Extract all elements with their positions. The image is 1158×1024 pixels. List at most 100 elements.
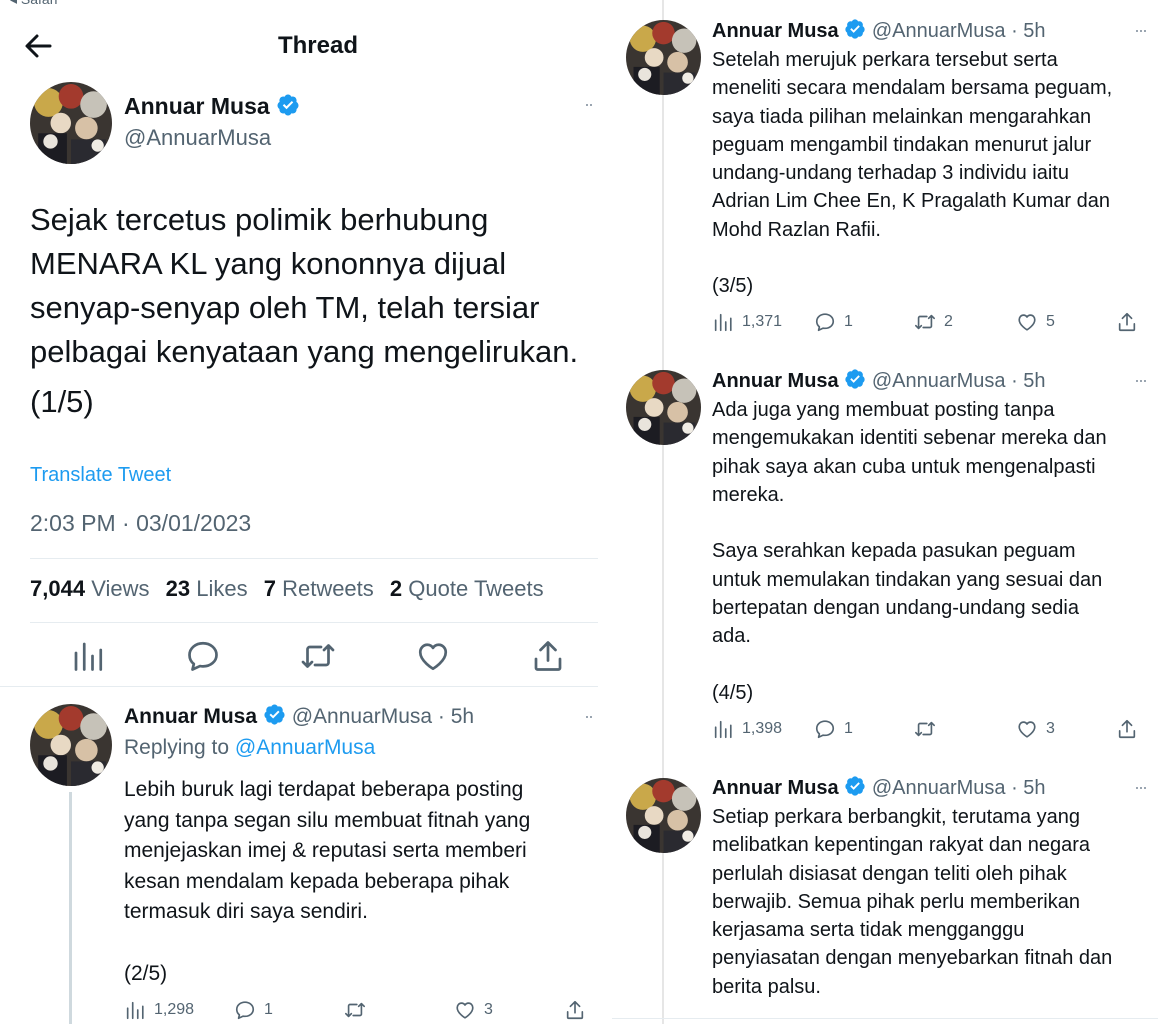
quotes-label[interactable]: Quote Tweets bbox=[408, 576, 543, 601]
safari-back-link[interactable]: ◂ Safari bbox=[10, 0, 58, 8]
reply-text: Lebih buruk lagi terdapat beberapa posti… bbox=[124, 778, 531, 985]
divider bbox=[0, 686, 598, 687]
like-count: 5 bbox=[1046, 313, 1055, 330]
avatar[interactable] bbox=[30, 704, 112, 786]
handle-and-time: @AnnuarMusa · 5h bbox=[871, 777, 1046, 799]
likes-label[interactable]: Likes bbox=[196, 576, 247, 601]
handle-and-time: @AnnuarMusa · 5h bbox=[291, 705, 475, 728]
retweet-button[interactable] bbox=[344, 999, 374, 1021]
views-button[interactable]: 1,371 bbox=[712, 311, 782, 333]
reply-count: 1 bbox=[264, 1001, 273, 1018]
verified-badge-icon bbox=[844, 18, 866, 40]
like-count: 3 bbox=[484, 1001, 493, 1018]
views-count: 7,044 bbox=[30, 576, 86, 601]
thread-replies-panel: Annuar Musa @AnnuarMusa · 5h ··· Setelah… bbox=[612, 0, 1158, 1024]
retweet-button[interactable] bbox=[914, 718, 944, 740]
reply-text: Setiap perkara berbangkit, terutama yang… bbox=[712, 806, 1113, 998]
views-count: 1,398 bbox=[742, 720, 783, 737]
views-icon bbox=[712, 718, 734, 740]
views-button[interactable]: 1,398 bbox=[712, 718, 782, 740]
avatar[interactable] bbox=[626, 20, 701, 95]
views-icon[interactable] bbox=[70, 638, 106, 674]
reply-count: 1 bbox=[844, 720, 853, 737]
share-icon bbox=[1116, 718, 1138, 740]
retweet-icon bbox=[914, 718, 936, 740]
tweet-stats: 7,044 Views 23 Likes 7 Retweets 2 Quote … bbox=[30, 576, 554, 602]
reply-author[interactable]: Annuar Musa @AnnuarMusa · 5h bbox=[124, 703, 474, 729]
author-handle[interactable]: @AnnuarMusa bbox=[124, 125, 271, 151]
like-button[interactable]: 3 bbox=[454, 999, 493, 1021]
more-icon[interactable]: ··· bbox=[1134, 777, 1148, 798]
replying-prefix: Replying to bbox=[124, 736, 235, 759]
verified-badge-icon bbox=[276, 93, 300, 117]
retweets-label[interactable]: Retweets bbox=[282, 576, 374, 601]
thread-part-label: (1/5) bbox=[30, 384, 94, 419]
more-icon[interactable]: ·· bbox=[584, 706, 594, 727]
reply-icon bbox=[234, 999, 256, 1021]
author-name[interactable]: Annuar Musa bbox=[124, 93, 300, 120]
views-count: 1,371 bbox=[742, 313, 783, 330]
divider bbox=[30, 558, 598, 559]
like-icon bbox=[454, 999, 476, 1021]
avatar[interactable] bbox=[626, 370, 701, 445]
reply-button[interactable]: 1 bbox=[814, 718, 853, 740]
replying-to: Replying to @AnnuarMusa bbox=[124, 736, 375, 760]
retweet-count: 2 bbox=[944, 313, 953, 330]
reply-button[interactable]: 1 bbox=[814, 311, 853, 333]
reply-count: 1 bbox=[844, 313, 853, 330]
reply-button[interactable]: 1 bbox=[234, 999, 273, 1021]
avatar[interactable] bbox=[30, 82, 112, 164]
divider bbox=[612, 1018, 1158, 1019]
author-name-text: Annuar Musa bbox=[124, 705, 258, 728]
reply-author[interactable]: Annuar Musa @AnnuarMusa · 5h bbox=[712, 18, 1046, 43]
reply-icon bbox=[814, 718, 836, 740]
main-tweet-panel: ◂ Safari Thread Annuar Musa @AnnuarMusa … bbox=[0, 0, 612, 1024]
author-name-text: Annuar Musa bbox=[124, 93, 270, 119]
reply-text: Ada juga yang membuat posting tanpa meng… bbox=[712, 399, 1107, 704]
author-name-text: Annuar Musa bbox=[712, 370, 839, 392]
share-icon[interactable] bbox=[530, 638, 566, 674]
divider bbox=[30, 622, 598, 623]
retweet-button[interactable]: 2 bbox=[914, 311, 953, 333]
tweet-text: Sejak tercetus polimik berhubung MENARA … bbox=[30, 202, 579, 369]
share-button[interactable] bbox=[1116, 718, 1138, 740]
reply-icon[interactable] bbox=[185, 638, 221, 674]
quotes-count: 2 bbox=[389, 576, 403, 601]
tweet-timestamp: 2:03 PM · 03/01/2023 bbox=[30, 510, 252, 536]
handle-and-time: @AnnuarMusa · 5h bbox=[871, 370, 1046, 392]
reply-author[interactable]: Annuar Musa @AnnuarMusa · 5h bbox=[712, 368, 1046, 393]
verified-badge-icon bbox=[844, 775, 866, 797]
more-icon[interactable]: ·· bbox=[584, 94, 594, 115]
like-icon bbox=[1016, 718, 1038, 740]
like-button[interactable]: 5 bbox=[1016, 311, 1055, 333]
verified-badge-icon bbox=[844, 368, 866, 390]
reply-author[interactable]: Annuar Musa @AnnuarMusa · 5h bbox=[712, 775, 1046, 800]
reply-action-bar: 1,371 1 2 5 bbox=[712, 311, 1142, 339]
thread-connector-line bbox=[69, 792, 72, 1024]
replying-handle-link[interactable]: @AnnuarMusa bbox=[235, 736, 375, 759]
views-icon bbox=[124, 999, 146, 1021]
retweet-icon[interactable] bbox=[300, 638, 336, 674]
likes-count: 23 bbox=[165, 576, 191, 601]
share-button[interactable] bbox=[1116, 311, 1138, 333]
views-icon bbox=[712, 311, 734, 333]
more-icon[interactable]: ··· bbox=[1134, 370, 1148, 391]
like-icon bbox=[1016, 311, 1038, 333]
avatar[interactable] bbox=[626, 778, 701, 853]
reply-action-bar: 1,398 1 3 bbox=[712, 718, 1142, 746]
views-button[interactable]: 1,298 bbox=[124, 999, 194, 1021]
reply-action-bar: 1,298 1 3 bbox=[124, 999, 594, 1024]
more-icon[interactable]: ··· bbox=[1134, 20, 1148, 41]
like-button[interactable]: 3 bbox=[1016, 718, 1055, 740]
author-name-text: Annuar Musa bbox=[712, 777, 839, 799]
share-icon bbox=[564, 999, 586, 1021]
retweet-icon bbox=[914, 311, 936, 333]
views-label[interactable]: Views bbox=[91, 576, 149, 601]
reply-text: Setelah merujuk perkara tersebut serta m… bbox=[712, 49, 1113, 298]
translate-tweet-link[interactable]: Translate Tweet bbox=[30, 464, 171, 487]
like-icon[interactable] bbox=[415, 638, 451, 674]
page-title: Thread bbox=[277, 32, 358, 59]
verified-badge-icon bbox=[263, 703, 286, 726]
share-button[interactable] bbox=[564, 999, 586, 1021]
author-name-text: Annuar Musa bbox=[712, 20, 839, 42]
